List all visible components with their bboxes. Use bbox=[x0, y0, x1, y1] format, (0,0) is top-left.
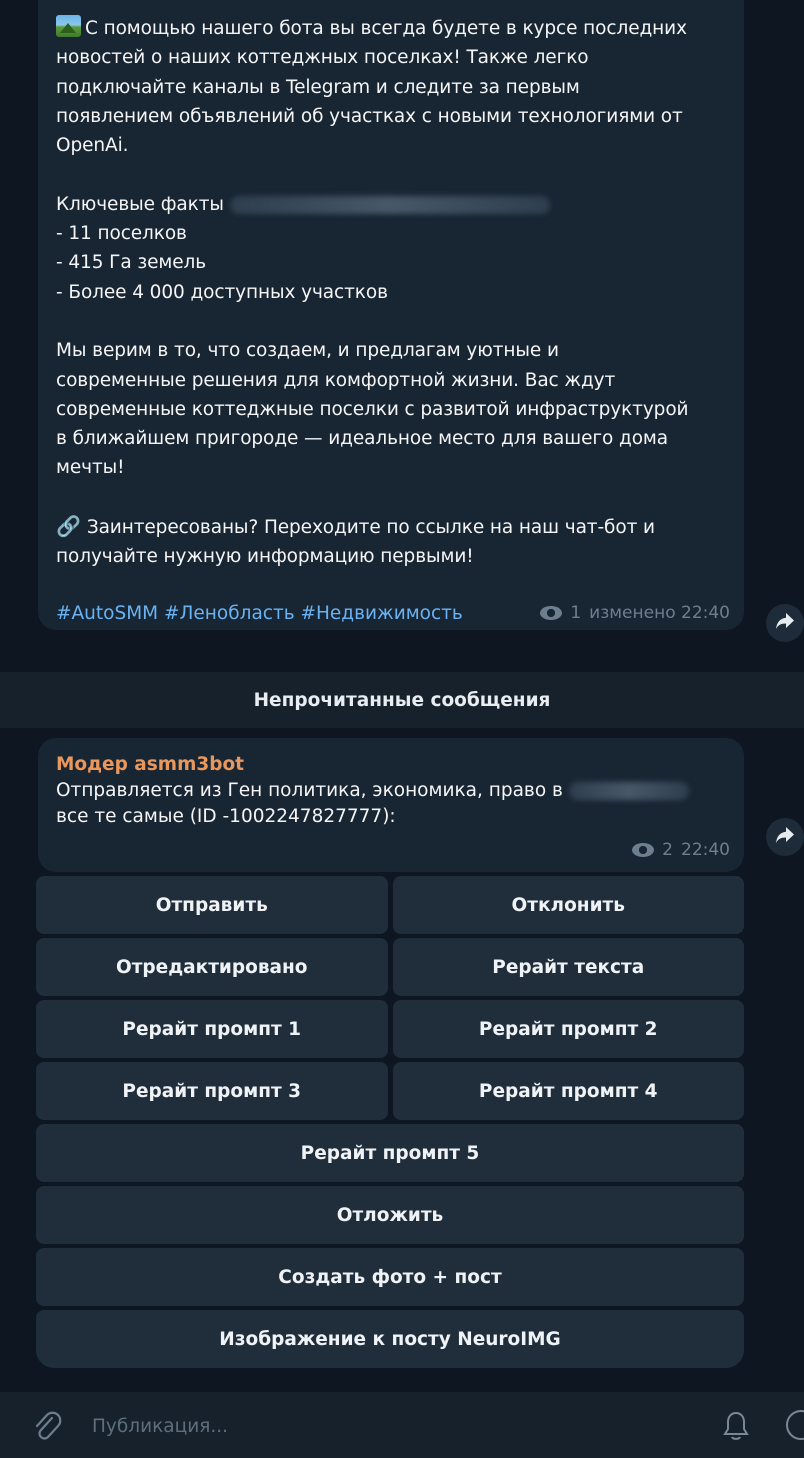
rewrite-prompt-3-button[interactable]: Рерайт промпт 3 bbox=[36, 1062, 388, 1120]
facts-list: - 11 поселков - 415 Га земель - Более 4 … bbox=[56, 223, 388, 303]
keyboard-row: Рерайт промпт 5 bbox=[36, 1124, 744, 1182]
bot-message: Модер asmm3bot Отправляется из Ген полит… bbox=[38, 738, 744, 872]
bot-message-text: Отправляется из Ген политика, экономика,… bbox=[56, 778, 726, 830]
views-count: 1 bbox=[570, 603, 582, 623]
paperclip-icon[interactable] bbox=[32, 1410, 62, 1442]
keyboard-row: Рерайт промпт 3 Рерайт промпт 4 bbox=[36, 1062, 744, 1120]
reject-button[interactable]: Отклонить bbox=[392, 876, 744, 934]
bell-icon[interactable] bbox=[722, 1410, 750, 1442]
bot-message-line1: Отправляется из Ген политика, экономика,… bbox=[56, 780, 563, 801]
views-eye-icon bbox=[540, 606, 563, 620]
message-input[interactable] bbox=[92, 1412, 652, 1440]
edited-time: изменено 22:40 bbox=[589, 603, 730, 623]
views-count: 2 bbox=[662, 840, 673, 860]
send-button[interactable]: Отправить bbox=[36, 876, 388, 934]
neuroimg-button[interactable]: Изображение к посту NeuroIMG bbox=[36, 1310, 744, 1368]
post-body: С помощью нашего бота вы всегда будете в… bbox=[56, 14, 726, 572]
edited-button[interactable]: Отредактировано bbox=[36, 938, 388, 996]
sender-name[interactable]: Модер asmm3bot bbox=[56, 752, 726, 778]
keyboard-row: Изображение к посту NeuroIMG bbox=[36, 1310, 744, 1368]
forward-arrow-icon bbox=[775, 825, 795, 849]
post-meta: 1 изменено 22:40 bbox=[540, 603, 730, 623]
rewrite-prompt-5-button[interactable]: Рерайт промпт 5 bbox=[36, 1124, 744, 1182]
forward-button[interactable] bbox=[766, 604, 804, 642]
postpone-button[interactable]: Отложить bbox=[36, 1186, 744, 1244]
link-icon: 🔗 bbox=[56, 514, 81, 539]
blurred-channel-name bbox=[568, 782, 689, 800]
hashtags-link[interactable]: #AutoSMM #Ленобласть #Недвижимость bbox=[56, 603, 463, 624]
inline-keyboard: Отправить Отклонить Отредактировано Рера… bbox=[36, 876, 744, 1372]
rewrite-prompt-1-button[interactable]: Рерайт промпт 1 bbox=[36, 1000, 388, 1058]
post-footer: #AutoSMM #Ленобласть #Недвижимость 1 изм… bbox=[56, 598, 730, 628]
keyboard-row: Отредактировано Рерайт текста bbox=[36, 938, 744, 996]
post-intro: С помощью нашего бота вы всегда будете в… bbox=[56, 18, 687, 157]
forward-button[interactable] bbox=[766, 818, 804, 856]
rewrite-prompt-4-button[interactable]: Рерайт промпт 4 bbox=[392, 1062, 744, 1120]
message-composer bbox=[0, 1392, 804, 1458]
keyboard-row: Создать фото + пост bbox=[36, 1248, 744, 1306]
keyboard-row: Рерайт промпт 1 Рерайт промпт 2 bbox=[36, 1000, 744, 1058]
emoji-icon[interactable] bbox=[786, 1410, 804, 1440]
forward-arrow-icon bbox=[775, 611, 795, 635]
views-eye-icon bbox=[632, 843, 655, 857]
post-paragraph: Мы верим в то, что создаем, и предлагам … bbox=[56, 340, 689, 479]
bot-message-line2: все те самые (ID -1002247827777): bbox=[56, 806, 396, 827]
create-photo-post-button[interactable]: Создать фото + пост bbox=[36, 1248, 744, 1306]
message-time: 22:40 bbox=[681, 840, 730, 860]
channel-post: С помощью нашего бота вы всегда будете в… bbox=[38, 0, 744, 630]
chat-area: С помощью нашего бота вы всегда будете в… bbox=[0, 0, 804, 1458]
rewrite-prompt-2-button[interactable]: Рерайт промпт 2 bbox=[392, 1000, 744, 1058]
rewrite-text-button[interactable]: Рерайт текста bbox=[392, 938, 744, 996]
facts-label: Ключевые факты bbox=[56, 193, 224, 215]
bot-message-meta: 2 22:40 bbox=[632, 840, 730, 860]
keyboard-row: Отложить bbox=[36, 1186, 744, 1244]
unread-messages-separator: Непрочитанные сообщения bbox=[0, 672, 804, 728]
blurred-company-name bbox=[229, 195, 550, 214]
post-cta: Заинтересованы? Переходите по ссылке на … bbox=[56, 517, 655, 568]
keyboard-row: Отправить Отклонить bbox=[36, 876, 744, 934]
landscape-image-icon bbox=[56, 15, 81, 37]
